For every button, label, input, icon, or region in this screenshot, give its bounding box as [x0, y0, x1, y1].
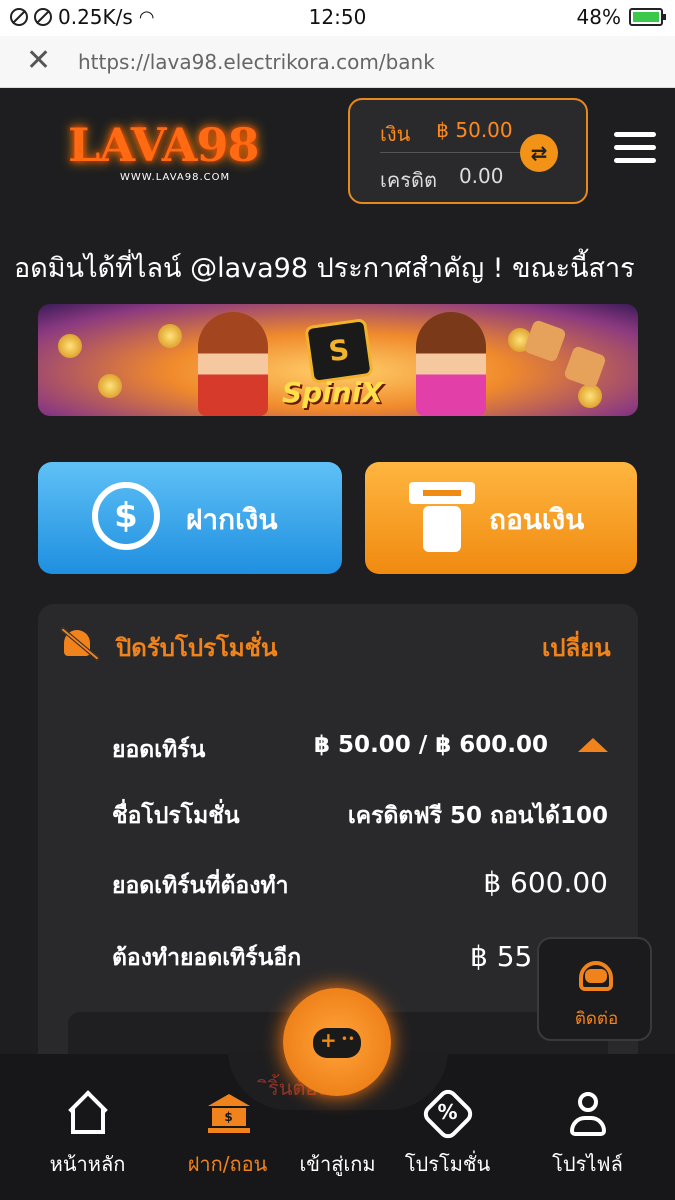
coin-icon [58, 334, 82, 358]
bank-icon: $ [204, 1090, 252, 1138]
game-controller-button[interactable] [283, 988, 391, 1096]
logo-text: LAVA98 [68, 118, 260, 172]
status-right: 48% [576, 5, 666, 29]
deposit-label: ฝากเงิน [186, 503, 278, 536]
credit-label: เครดิต [380, 168, 437, 192]
turnover-label: ยอดเทิร์น [112, 737, 206, 763]
character-left [198, 312, 268, 416]
site-logo[interactable]: LAVA98 WWW.LAVA98.COM [68, 112, 260, 192]
money-label: เงิน [380, 122, 411, 146]
contact-button[interactable]: ติดต่อ [537, 937, 652, 1041]
deposit-icon: $ [92, 482, 160, 550]
promo-status-title: ปิดรับโปรโมชั่น [116, 634, 278, 662]
wallet-box: เงิน ฿ 50.00 เครดิต 0.00 ⇄ [348, 98, 588, 204]
coin-icon [158, 324, 182, 348]
contact-label: ติดต่อ [574, 1009, 619, 1029]
swap-icon[interactable]: ⇄ [520, 134, 558, 172]
credit-row: เครดิต 0.00 [380, 164, 503, 196]
turnover-value: ฿ 50.00 / ฿ 600.00 [314, 732, 548, 758]
promo-name-label: ชื่อโปรโมชั่น [112, 803, 240, 829]
banner-brand: SpiniX [282, 376, 383, 409]
promo-name-value: เครดิตฟรี 50 ถอนได้100 [347, 803, 608, 829]
atm-withdraw-icon [409, 482, 475, 554]
spinix-logo-icon: S [304, 317, 374, 385]
wallet-divider [380, 152, 530, 153]
battery-icon [629, 8, 666, 26]
promotion-badge-icon: % [419, 1085, 476, 1143]
battery-percent: 48% [576, 5, 621, 29]
promotion-badge-symbol: % [437, 1100, 458, 1124]
browser-url-bar: ✕ https://lava98.electrikora.com/bank [0, 36, 675, 88]
collapse-arrow-icon[interactable] [578, 738, 608, 752]
games-placeholder [314, 1090, 362, 1138]
chat-bubble-icon [585, 969, 607, 983]
gamepad-icon [313, 1028, 361, 1058]
close-icon[interactable]: ✕ [26, 46, 51, 76]
dice-icon [523, 319, 567, 363]
character-right [416, 312, 486, 416]
nav-profile[interactable]: โปรไฟล์ [520, 1090, 655, 1180]
dice-icon [563, 345, 607, 389]
clock: 12:50 [308, 5, 367, 29]
announcement-marquee: อดมินได้ที่ไลน์ @lava98 ประกาศสำคัญ ! ขณ… [0, 244, 675, 288]
nav-promotions-label: โปรโมชั่น [404, 1152, 491, 1176]
required-turnover-label: ยอดเทิร์นที่ต้องทำ [112, 873, 289, 899]
home-icon [64, 1090, 112, 1138]
coin-icon [98, 374, 122, 398]
user-icon [564, 1090, 612, 1138]
bank-icon-symbol: $ [211, 1108, 246, 1126]
nav-home[interactable]: หน้าหลัก [20, 1090, 155, 1180]
remaining-turnover-label: ต้องทำยอดเทิร์นอีก [112, 945, 302, 971]
money-value: ฿ 50.00 [436, 118, 513, 142]
withdraw-label: ถอนเงิน [489, 503, 585, 536]
nav-profile-label: โปรไฟล์ [552, 1152, 623, 1176]
marquee-text: อดมินได้ที่ไลน์ @lava98 ประกาศสำคัญ ! ขณ… [14, 253, 635, 284]
url-text[interactable]: https://lava98.electrikora.com/bank [78, 50, 435, 74]
change-promo-button[interactable]: เปลี่ยน [542, 628, 611, 667]
deposit-button[interactable]: $ ฝากเงิน [38, 462, 342, 574]
logo-subtext: WWW.LAVA98.COM [120, 172, 231, 183]
credit-value: 0.00 [458, 164, 504, 188]
nav-home-label: หน้าหลัก [49, 1152, 126, 1176]
money-row: เงิน ฿ 50.00 [380, 118, 513, 150]
promo-banner[interactable]: S SpiniX [38, 304, 638, 416]
status-bar: 0.25K/s ◠ 12:50 48% [0, 0, 675, 36]
hamburger-menu-icon[interactable] [614, 132, 656, 168]
bell-off-icon [56, 624, 100, 666]
withdraw-button[interactable]: ถอนเงิน [365, 462, 637, 574]
coin-icon [578, 384, 602, 408]
nav-promotions[interactable]: % โปรโมชั่น [380, 1085, 515, 1180]
required-turnover-value: ฿ 600.00 [483, 866, 608, 899]
